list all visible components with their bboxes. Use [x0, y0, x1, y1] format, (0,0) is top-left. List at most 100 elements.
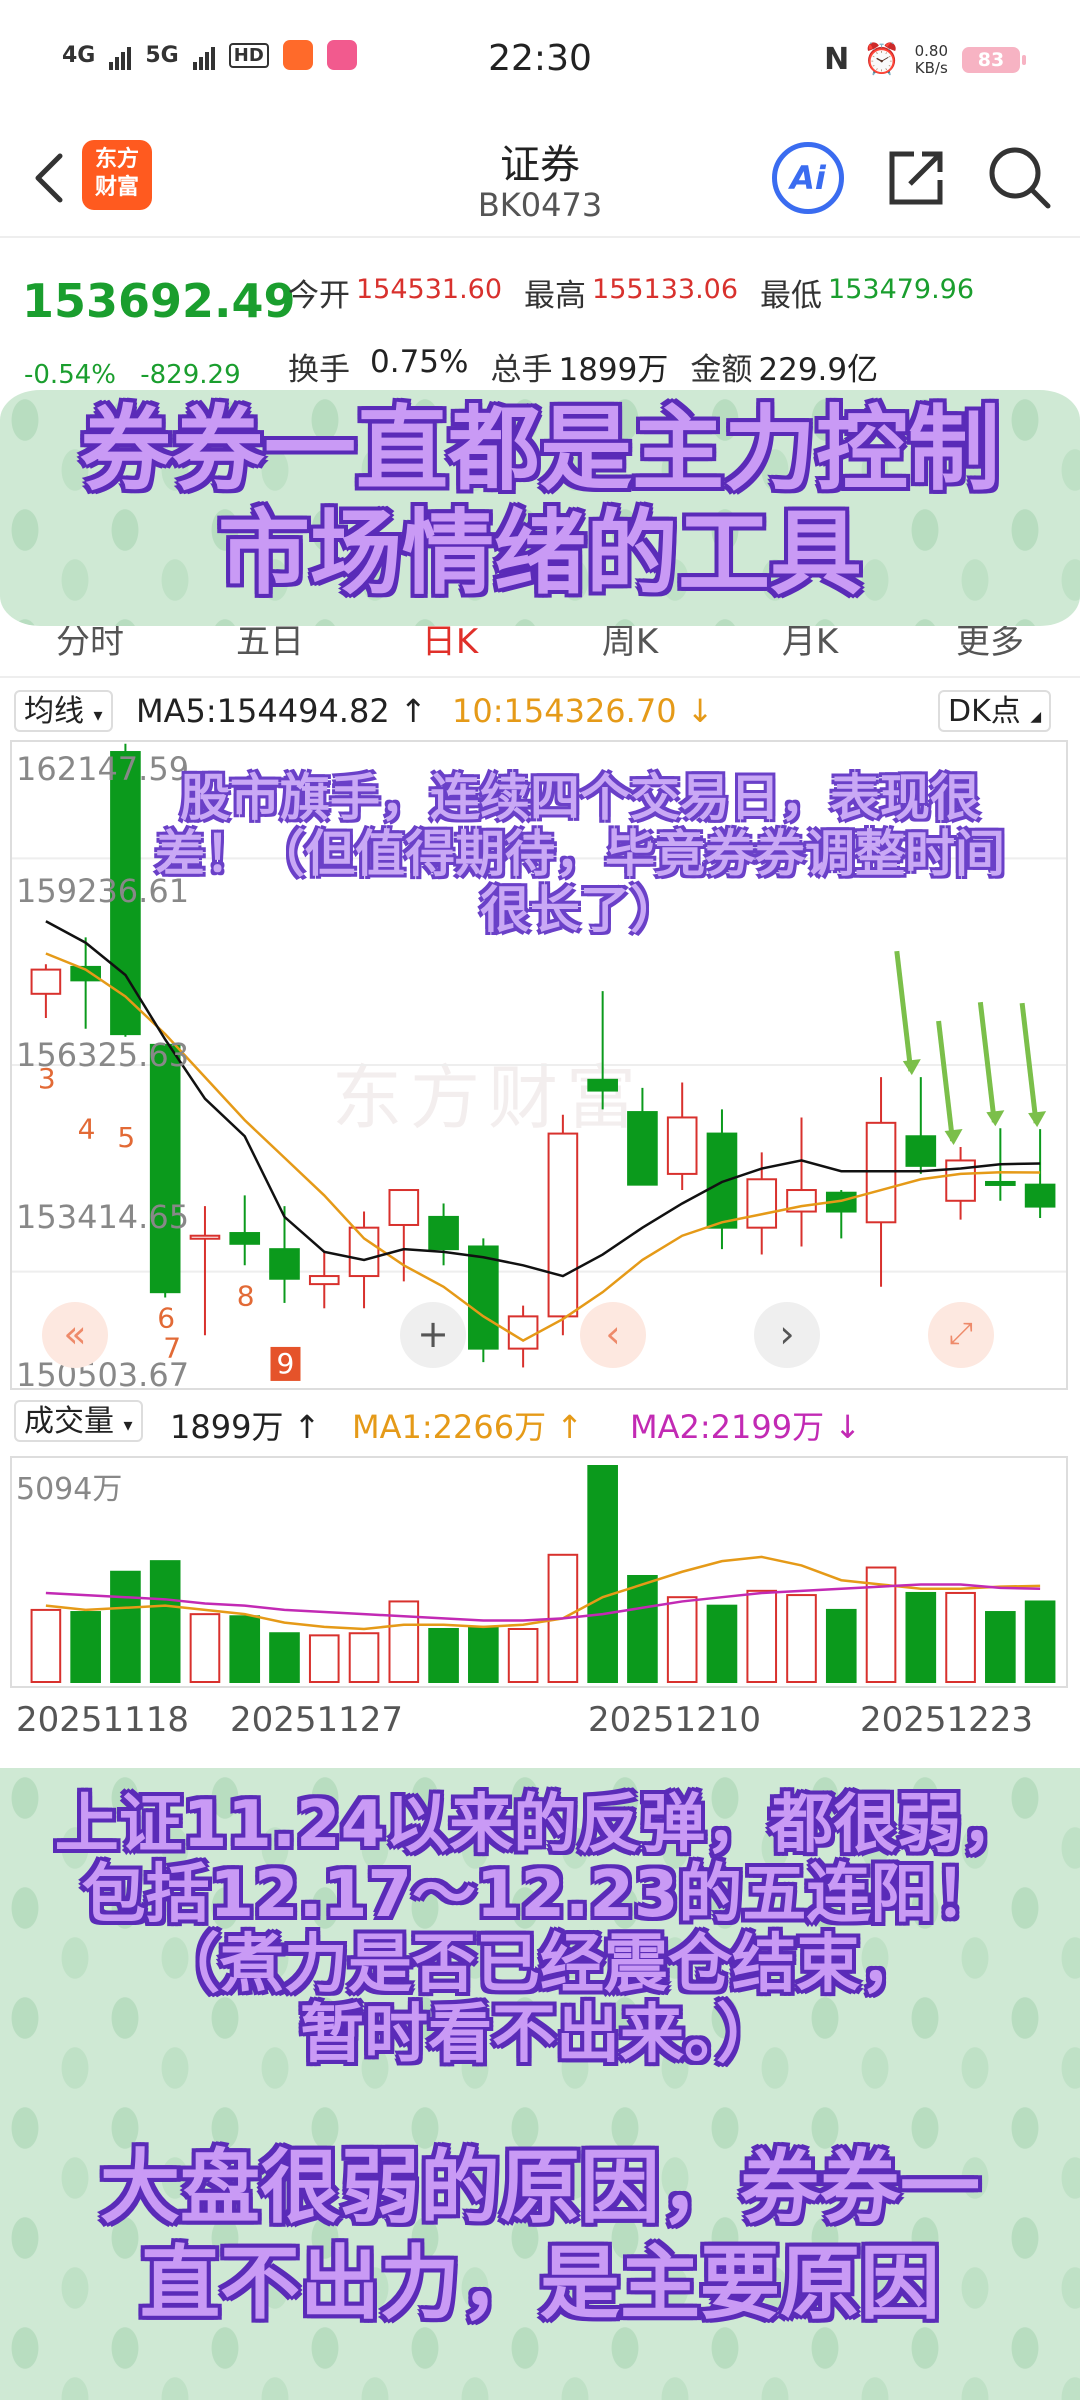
header: 东方 财富 证券 BK0473 Ai [0, 120, 1080, 238]
annotation-arrow-head [1028, 1111, 1047, 1128]
ma-selector-label: 均线 [24, 694, 84, 729]
volume-bar [627, 1574, 658, 1683]
candle-body [865, 1121, 897, 1224]
chart-note-text: 股市旗手，连续四个交易日，表现很差！（但值得期待，毕竟券券调整时间很长了） [155, 769, 1005, 939]
scroll-left-fast-icon[interactable]: « [42, 1302, 108, 1368]
corner-icon: ◢ [1030, 709, 1042, 725]
volume-bar [149, 1560, 181, 1683]
volume-ma1: MA1:2266万 ↑ [352, 1408, 584, 1446]
scroll-right-icon[interactable]: › [754, 1302, 820, 1368]
change-pct: -0.54% [24, 360, 116, 390]
volume-bar [348, 1632, 380, 1684]
volume-ma2: MA2:2199万 ↓ [630, 1408, 862, 1446]
candle-body [905, 1135, 937, 1167]
candle-body [30, 968, 62, 995]
y-label-5: 150503.67 [16, 1356, 190, 1394]
volume-bar [269, 1632, 300, 1684]
volume-selector-label: 成交量 [24, 1404, 114, 1439]
price-change: -0.54% -829.29 [24, 360, 257, 390]
ai-assistant-icon[interactable]: Ai [772, 142, 844, 214]
bottom-text-1-line2: 包括12.17～12.23的五连阳！ [81, 1858, 999, 1932]
sequence-marker: 8 [237, 1279, 255, 1312]
candle-body [308, 1275, 340, 1286]
open-value: 154531.60 [356, 274, 503, 305]
annotation-arrow-head [986, 1110, 1005, 1127]
volume-bar [985, 1611, 1016, 1683]
volume-bar [30, 1608, 62, 1683]
volume-bar [229, 1615, 261, 1683]
volume-selector[interactable]: 成交量 ▾ [14, 1400, 143, 1442]
candle-body [428, 1215, 459, 1251]
y-label-4: 153414.65 [16, 1198, 190, 1236]
volume-max-label: 5094万 [16, 1472, 123, 1507]
candle-body [388, 1189, 420, 1226]
candle-body [587, 1078, 618, 1092]
last-price: 153692.49 [22, 274, 296, 328]
candle-body [746, 1178, 778, 1229]
status-bar: 4G 5G HD 22:30 N ⏰ 0.80 KB/s 83 [0, 0, 1080, 120]
volume-bar [587, 1465, 618, 1683]
candle-body [269, 1248, 300, 1280]
annotation-arrow [894, 950, 914, 1072]
dk-point-button[interactable]: DK点 ◢ [938, 690, 1052, 732]
sequence-marker: 5 [117, 1121, 135, 1154]
volume-bar [666, 1596, 698, 1684]
bottom-text-1-line4: 暂时看不出来。） [300, 1998, 780, 2072]
high-label: 最高 [524, 278, 587, 314]
sequence-marker: 4 [78, 1113, 96, 1146]
y-label-3: 156325.63 [16, 1036, 190, 1074]
open-label: 今开 [288, 278, 350, 314]
bottom-text-2: 大盘很弱的原因，券券一 直不出力，是主要原因 [0, 2140, 1080, 2332]
high-value: 155133.06 [592, 274, 739, 305]
speed-unit: KB/s [914, 58, 948, 77]
volume-bar [825, 1608, 857, 1683]
candle-body [229, 1232, 261, 1245]
net-speed: 0.80 KB/s [914, 41, 948, 77]
volume-bar [110, 1570, 141, 1683]
dk-point-label: DK点 [948, 694, 1021, 729]
ma5-value: MA5:154494.82 ↑ [136, 692, 427, 730]
x-axis-dates: 20251118 20251127 20251210 20251223 [0, 1700, 1080, 1740]
volume-svg [30, 1465, 1056, 1684]
speed-value: 0.80 [914, 41, 948, 60]
volume-bar [388, 1600, 420, 1683]
volume-bar [746, 1589, 778, 1683]
volume-bar [507, 1627, 539, 1683]
zoom-in-icon[interactable]: + [400, 1302, 466, 1368]
nfc-icon: N [824, 42, 850, 77]
quote-row-1: 今开 154531.60 最高 155133.06 最低 153479.96 [288, 270, 974, 315]
volume-bar [1024, 1600, 1056, 1683]
amount-value: 229.9亿 [758, 352, 879, 388]
volume-bar [786, 1594, 817, 1683]
share-icon[interactable] [884, 144, 950, 210]
candle-body [149, 1043, 181, 1294]
low-value: 153479.96 [828, 274, 975, 305]
volume-bar [189, 1613, 221, 1683]
candle-body [706, 1132, 738, 1229]
turnover-label: 换手 [288, 352, 350, 388]
date-label-4: 20251223 [860, 1700, 1034, 1740]
sequence-marker: 6 [157, 1302, 175, 1335]
top-overlay-text: 券券一直都是主力控制市场情绪的工具 [79, 396, 1000, 607]
search-icon[interactable] [986, 144, 1054, 212]
bottom-text-2-line1: 大盘很弱的原因，券券一 [100, 2141, 980, 2234]
volume-indicator-row: 成交量 ▾ 1899万 ↑ MA1:2266万 ↑ MA2:2199万 ↓ [0, 1400, 1080, 1446]
fullscreen-icon[interactable]: ⤢ [928, 1302, 994, 1368]
battery-icon: 83 [962, 46, 1026, 73]
turnover-value: 0.75% [370, 344, 469, 380]
ma-selector[interactable]: 均线 ▾ [14, 690, 113, 732]
alarm-icon: ⏰ [863, 42, 901, 77]
candle-body [547, 1132, 579, 1318]
volume-bar [70, 1611, 101, 1683]
scroll-left-icon[interactable]: ‹ [580, 1302, 646, 1368]
dropdown-icon: ▾ [123, 1415, 133, 1436]
low-label: 最低 [760, 278, 823, 314]
volume-bar [308, 1634, 340, 1683]
volume-chart[interactable]: 5094万 [10, 1456, 1068, 1688]
bottom-text-2-line2: 直不出力，是主要原因 [140, 2237, 940, 2330]
volume-bar [468, 1625, 499, 1684]
volume-bar [706, 1604, 738, 1683]
quote-row-2: 换手 0.75% 总手 1899万 金额 229.9亿 [288, 344, 878, 389]
quote-panel: 153692.49 -0.54% -829.29 今开 154531.60 最高… [0, 240, 1080, 400]
dropdown-icon: ▾ [93, 705, 103, 726]
